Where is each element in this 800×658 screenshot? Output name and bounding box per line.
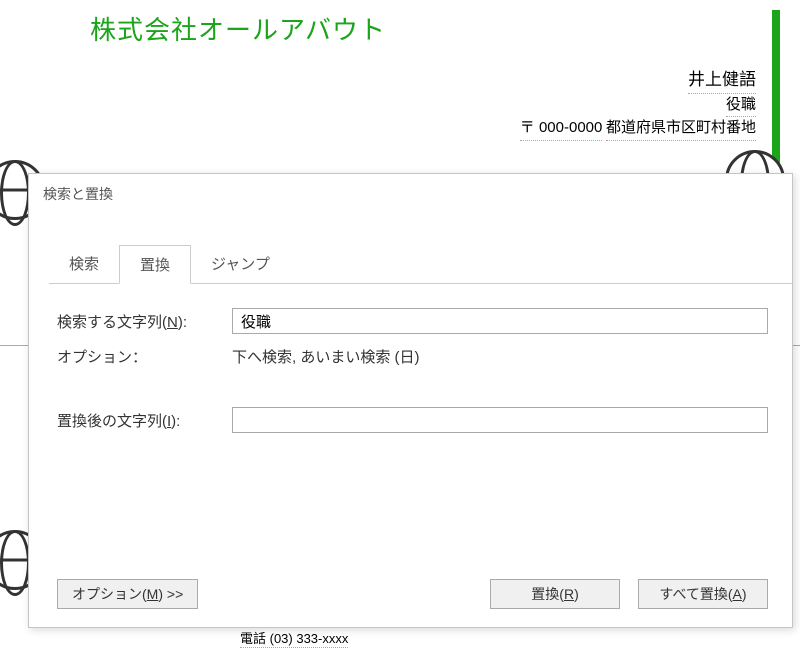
company-name: 株式会社オールアバウト: [90, 10, 756, 47]
search-label: 検索する文字列(N):: [57, 311, 232, 332]
phone-number: 電話 (03) 333-xxxx: [240, 628, 348, 648]
replace-button[interactable]: 置換(R): [490, 579, 620, 609]
tab-bar: 検索 置換 ジャンプ: [49, 244, 792, 284]
options-button[interactable]: オプション(M) >>: [57, 579, 198, 609]
person-role: 役職: [726, 94, 756, 118]
options-label: オプション：: [57, 346, 232, 367]
search-input[interactable]: [232, 308, 768, 334]
replace-label: 置換後の文字列(I):: [57, 410, 232, 431]
replace-all-button[interactable]: すべて置換(A): [638, 579, 768, 609]
dialog-title: 検索と置換: [29, 174, 792, 214]
person-name: 井上健語: [688, 67, 756, 94]
postal-code: 〒 000-0000: [520, 117, 603, 141]
tab-replace[interactable]: 置換: [119, 245, 191, 284]
address: 都道府県市区町村番地: [606, 117, 756, 141]
tab-jump[interactable]: ジャンプ: [191, 245, 290, 284]
replace-input[interactable]: [232, 407, 768, 433]
tab-search[interactable]: 検索: [49, 245, 119, 284]
options-value: 下へ検索, あいまい検索 (日): [232, 344, 768, 369]
business-card: 株式会社オールアバウト 井上健語 役職 〒 000-0000 都道府県市区町村番…: [90, 10, 780, 170]
find-replace-dialog: 検索と置換 検索 置換 ジャンプ 検索する文字列(N): オプション： 下へ検索…: [28, 173, 793, 628]
